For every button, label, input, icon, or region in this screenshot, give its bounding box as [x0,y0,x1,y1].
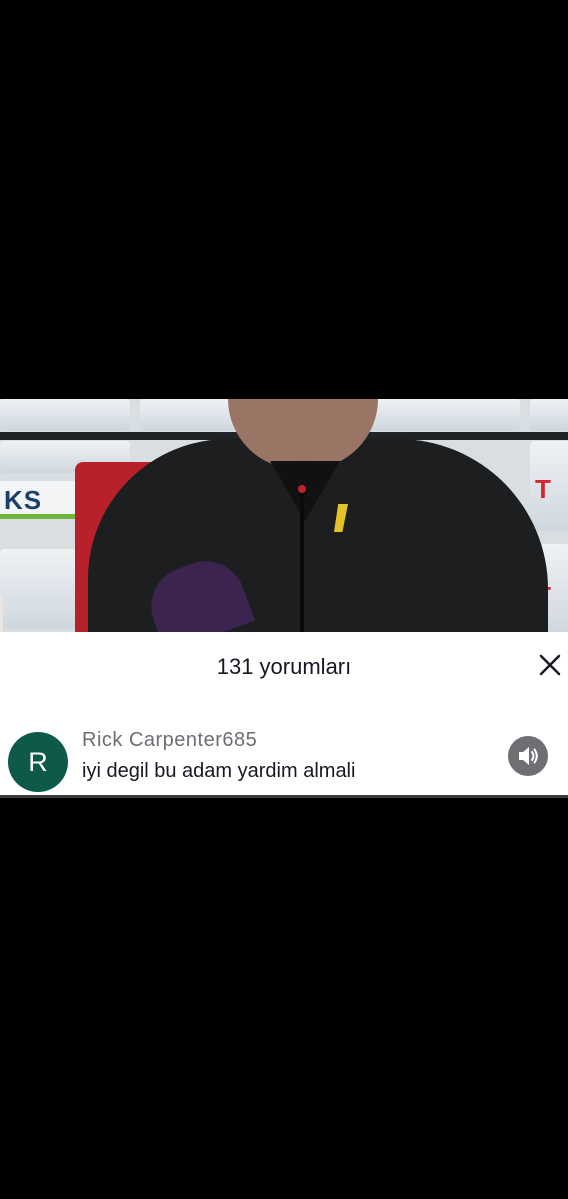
microphone-light [298,485,306,493]
comment-text: iyi degil bu adam yardim almali [82,760,356,782]
speaker-icon [519,747,538,765]
microphone-stand [300,484,304,632]
sponsor-logo-left: KS [0,481,78,519]
video-frame[interactable]: KS T T [0,399,568,632]
close-icon [539,654,561,676]
sponsor-board [0,549,80,629]
comments-panel: 131 yorumları R Rick Carpenter685 iyi de… [0,632,568,797]
avatar[interactable]: R [8,732,68,792]
comments-title: 131 yorumları [216,654,352,679]
sponsor-board [530,399,568,431]
screen: KS T T 131 yorumları R Rick Carpenter685… [0,0,568,1199]
close-button[interactable] [535,650,565,680]
speaker-button[interactable] [508,736,548,776]
comment-username[interactable]: Rick Carpenter685 [82,729,257,752]
sponsor-logo-right: T [535,474,551,504]
sponsor-board [0,399,130,431]
divider [0,795,568,798]
